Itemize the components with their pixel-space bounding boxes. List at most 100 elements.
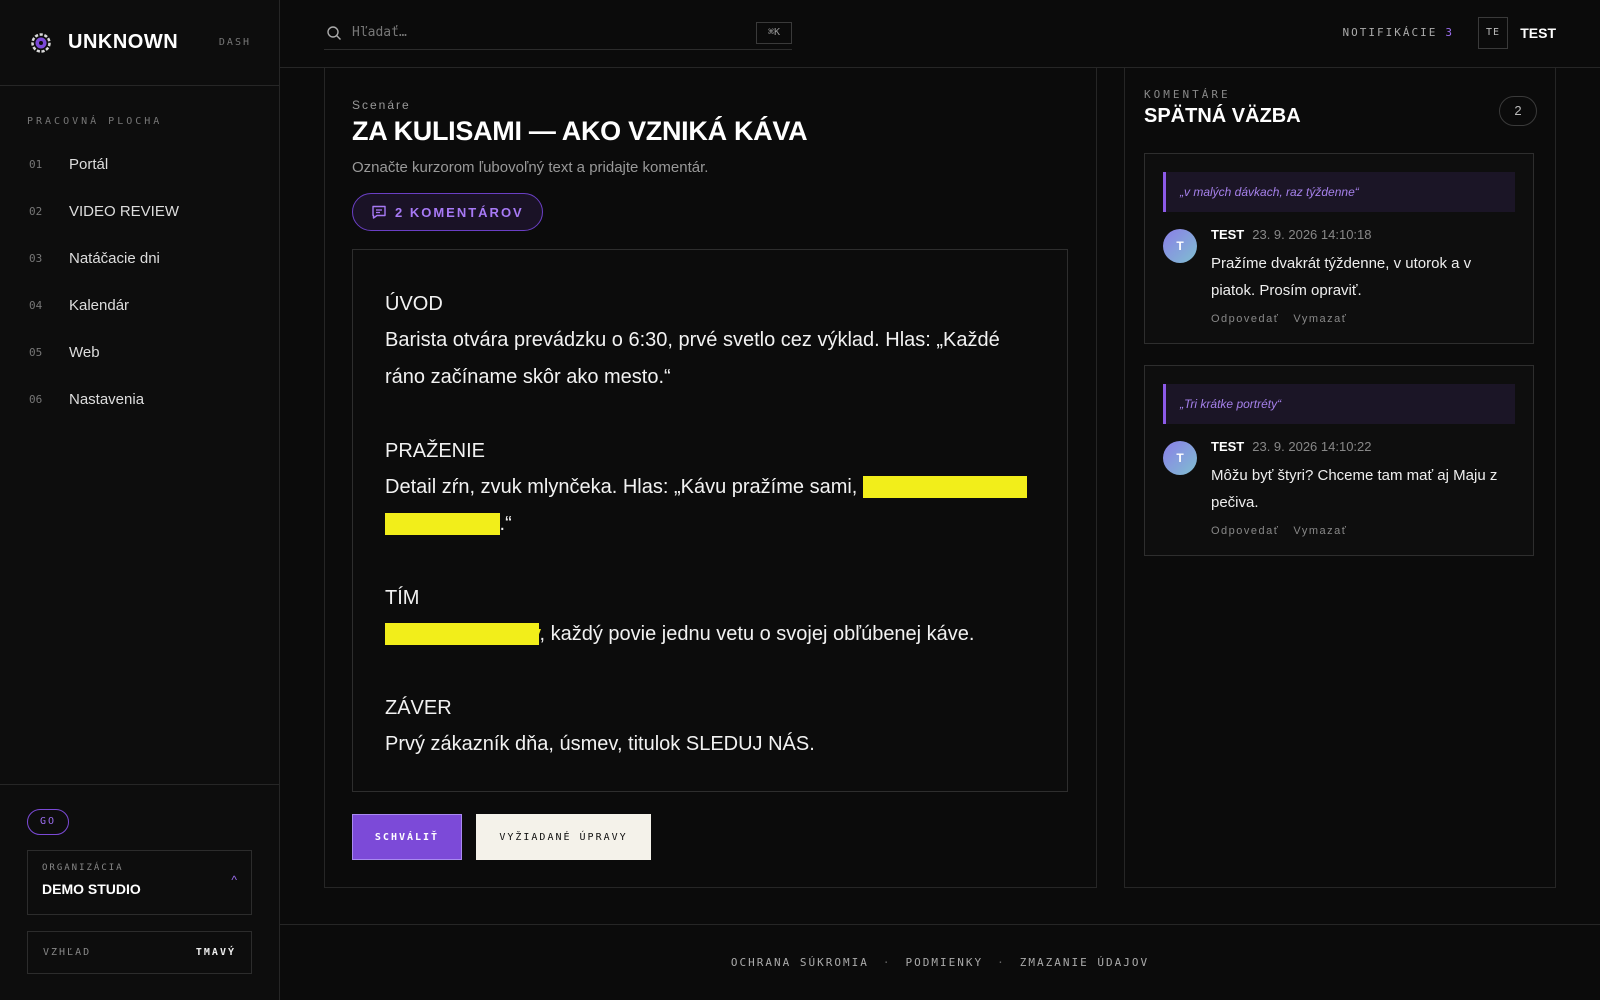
scene-body: Tri krátke portréty, každý povie jednu v… <box>385 616 1035 653</box>
topbar: ⌘K NOTIFIKÁCIE 3 TE TEST <box>280 0 1600 68</box>
nav-label: Kalendár <box>69 297 130 314</box>
nav-number: 01 <box>29 158 43 171</box>
page-subtitle: Označte kurzorom ľubovoľný text a pridaj… <box>352 159 709 176</box>
sidebar-item-settings[interactable]: 06 Nastavenia <box>0 376 279 423</box>
scene-heading: TÍM <box>385 587 420 609</box>
comments-count-badge: 2 <box>1499 96 1537 126</box>
organization-label: ORGANIZÁCIA <box>42 863 124 873</box>
comments-button-label: 2 KOMENTÁROV <box>395 204 524 220</box>
scene-text: Detail zŕn, zvuk mlynčeka. Hlas: „Kávu p… <box>385 476 863 498</box>
nav-label: Portál <box>69 156 109 173</box>
scene-roasting: PRAŽENIE Detail zŕn, zvuk mlynčeka. Hlas… <box>385 433 1035 543</box>
request-changes-button[interactable]: VYŽIADANÉ ÚPRAVY <box>476 814 651 860</box>
brand-name: UNKNOWN <box>68 31 179 53</box>
notifications-button[interactable]: NOTIFIKÁCIE 3 <box>1343 26 1454 39</box>
comment-meta: TEST 23. 9. 2026 14:10:22 <box>1211 439 1515 454</box>
reply-button[interactable]: Odpovedať <box>1211 313 1279 325</box>
script-text[interactable]: ÚVOD Barista otvára prevádzku o 6:30, pr… <box>352 249 1068 792</box>
nav-label: Natáčacie dni <box>69 250 160 267</box>
nav-number: 05 <box>29 346 43 359</box>
comment-card[interactable]: „v malých dávkach, raz týždenne“ T TEST … <box>1144 153 1534 344</box>
comment-author: TEST <box>1211 439 1245 454</box>
theme-toggle[interactable]: VZHĽAD TMAVÝ <box>27 931 252 974</box>
comment-text: Môžu byť štyri? Chceme tam mať aj Maju z… <box>1211 467 1498 511</box>
gear-logo-icon <box>31 32 51 53</box>
footer: OCHRANA SÚKROMIA · PODMIENKY · ZMAZANIE … <box>280 924 1600 1000</box>
comment-quote: „Tri krátke portréty“ <box>1163 384 1515 424</box>
comment-actions: Odpovedať Vymazať <box>1211 313 1515 325</box>
scene-heading: ÚVOD <box>385 293 443 315</box>
scene-body: Detail zŕn, zvuk mlynčeka. Hlas: „Kávu p… <box>385 469 1035 543</box>
comments-title: SPÄTNÁ VÄZBA <box>1144 105 1301 127</box>
nav-label: Nastavenia <box>69 391 145 408</box>
scene-team: TÍM Tri krátke portréty, každý povie jed… <box>385 580 1035 653</box>
scene-text: , každý povie jednu vetu o svojej obľúbe… <box>539 623 975 645</box>
sidebar: UNKNOWN DASH PRACOVNÁ PLOCHA 01 Portál 0… <box>0 0 280 1000</box>
comment-author: TEST <box>1211 227 1245 242</box>
comment-card[interactable]: „Tri krátke portréty“ T TEST 23. 9. 2026… <box>1144 365 1534 556</box>
comments-button[interactable]: 2 KOMENTÁROV <box>352 193 543 231</box>
scene-body: Prvý zákazník dňa, úsmev, titulok SLEDUJ… <box>385 733 815 755</box>
user-name[interactable]: TEST <box>1520 25 1556 41</box>
theme-value: TMAVÝ <box>195 947 236 958</box>
notifications-count: 3 <box>1445 26 1454 39</box>
section-eyebrow: Scenáre <box>352 98 411 112</box>
comment-timestamp: 23. 9. 2026 14:10:22 <box>1252 439 1372 454</box>
nav-label: Web <box>69 344 100 361</box>
comment-body: TEST 23. 9. 2026 14:10:18 Pražíme dvakrá… <box>1211 227 1515 325</box>
delete-button[interactable]: Vymazať <box>1293 525 1347 537</box>
script-panel: Scenáre ZA KULISAMI — AKO VZNIKÁ KÁVA Oz… <box>324 68 1097 888</box>
comments-panel: KOMENTÁRE SPÄTNÁ VÄZBA 2 „v malých dávka… <box>1124 68 1556 888</box>
comment-actions: Odpovedať Vymazať <box>1211 525 1515 537</box>
comment-row: T TEST 23. 9. 2026 14:10:22 Môžu byť šty… <box>1163 439 1515 537</box>
nav-label: VIDEO REVIEW <box>69 203 180 220</box>
scene-text: .“ <box>499 513 512 535</box>
sidebar-nav: 01 Portál 02 VIDEO REVIEW 03 Natáčacie d… <box>0 141 279 423</box>
comment-timestamp: 23. 9. 2026 14:10:18 <box>1252 227 1372 242</box>
scene-heading: PRAŽENIE <box>385 440 486 462</box>
brand[interactable]: UNKNOWN DASH <box>0 0 279 86</box>
scene-outro: ZÁVER Prvý zákazník dňa, úsmev, titulok … <box>385 690 1035 763</box>
sidebar-item-web[interactable]: 05 Web <box>0 329 279 376</box>
nav-number: 06 <box>29 393 43 406</box>
comment-row: T TEST 23. 9. 2026 14:10:18 Pražíme dvak… <box>1163 227 1515 325</box>
search-icon <box>327 25 341 40</box>
scene-heading: ZÁVER <box>385 697 452 719</box>
avatar: T <box>1163 229 1197 263</box>
sidebar-item-video-review[interactable]: 02 VIDEO REVIEW <box>0 188 279 235</box>
scene-body: Barista otvára prevádzku o 6:30, prvé sv… <box>385 329 1000 388</box>
footer-separator: · <box>997 956 1006 969</box>
scene-intro: ÚVOD Barista otvára prevádzku o 6:30, pr… <box>385 286 1035 396</box>
approve-button[interactable]: SCHVÁLIŤ <box>352 814 462 860</box>
review-actions: SCHVÁLIŤ VYŽIADANÉ ÚPRAVY <box>352 814 651 860</box>
sidebar-item-calendar[interactable]: 04 Kalendár <box>0 282 279 329</box>
highlighted-text[interactable]: Tri krátke portréty <box>385 623 540 645</box>
organization-select[interactable]: ORGANIZÁCIA DEMO STUDIO ^ <box>27 850 252 915</box>
theme-label: VZHĽAD <box>43 947 92 958</box>
nav-number: 02 <box>29 205 43 218</box>
brand-tag: DASH <box>218 37 251 48</box>
sidebar-item-portal[interactable]: 01 Portál <box>0 141 279 188</box>
page-title: ZA KULISAMI — AKO VZNIKÁ KÁVA <box>352 116 808 146</box>
comment-text: Pražíme dvakrát týždenne, v utorok a v p… <box>1211 255 1472 299</box>
comment-quote: „v malých dávkach, raz týždenne“ <box>1163 172 1515 212</box>
privacy-link[interactable]: OCHRANA SÚKROMIA <box>731 956 869 969</box>
nav-number: 03 <box>29 252 43 265</box>
terms-link[interactable]: PODMIENKY <box>906 956 984 969</box>
search-input[interactable] <box>352 25 756 40</box>
delete-button[interactable]: Vymazať <box>1293 313 1347 325</box>
footer-separator: · <box>882 956 892 969</box>
delete-data-link[interactable]: ZMAZANIE ÚDAJOV <box>1020 956 1149 969</box>
sidebar-item-shooting-days[interactable]: 03 Natáčacie dni <box>0 235 279 282</box>
reply-button[interactable]: Odpovedať <box>1211 525 1279 537</box>
comment-body: TEST 23. 9. 2026 14:10:22 Môžu byť štyri… <box>1211 439 1515 537</box>
nav-number: 04 <box>29 299 43 312</box>
nav-heading: PRACOVNÁ PLOCHA <box>27 116 163 127</box>
organization-value: DEMO STUDIO <box>42 881 141 897</box>
comment-icon <box>372 205 386 219</box>
avatar: T <box>1163 441 1197 475</box>
comments-eyebrow: KOMENTÁRE <box>1144 88 1231 101</box>
user-avatar[interactable]: TE <box>1478 17 1508 49</box>
notifications-label: NOTIFIKÁCIE <box>1342 26 1438 39</box>
go-badge[interactable]: GO <box>27 809 69 835</box>
